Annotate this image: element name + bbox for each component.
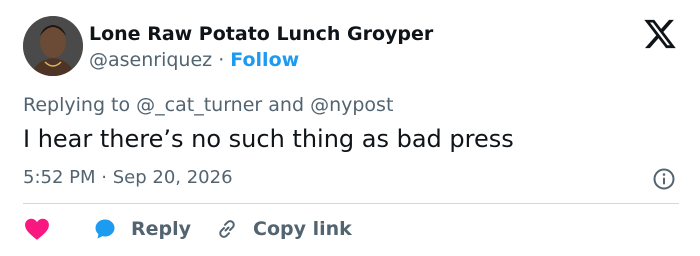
- author-handle[interactable]: @asenriquez: [89, 49, 212, 71]
- tweet-text: I hear there’s no such thing as bad pres…: [23, 125, 514, 153]
- like-button[interactable]: [24, 213, 50, 245]
- copy-link-label: Copy link: [253, 218, 352, 240]
- author-name[interactable]: Lone Raw Potato Lunch Groyper: [89, 21, 433, 47]
- link-icon: [215, 217, 239, 241]
- speech-bubble-icon: [93, 217, 117, 241]
- replying-to-line: Replying to @_cat_turner and @nypost: [23, 91, 393, 119]
- reply-mention-2[interactable]: @nypost: [310, 94, 393, 116]
- timestamp-separator: ·: [101, 167, 107, 188]
- reply-button[interactable]: Reply: [93, 213, 191, 245]
- avatar[interactable]: [23, 16, 83, 76]
- divider: [23, 203, 679, 204]
- timestamp[interactable]: 5:52 PM · Sep 20, 2026: [23, 164, 233, 192]
- avatar-image: [23, 16, 83, 76]
- replying-and: and: [268, 94, 305, 116]
- heart-icon: [24, 217, 50, 241]
- reply-mention-1[interactable]: @_cat_turner: [136, 94, 262, 116]
- replying-prefix: Replying to: [23, 94, 131, 116]
- tweet-time: 5:52 PM: [23, 167, 96, 188]
- reply-label: Reply: [131, 218, 192, 240]
- author-handle-row: @asenriquez · Follow: [89, 47, 299, 73]
- separator-dot: ·: [218, 49, 225, 71]
- follow-button[interactable]: Follow: [230, 49, 299, 71]
- info-icon[interactable]: [652, 167, 676, 191]
- x-logo-icon[interactable]: [642, 18, 678, 50]
- copy-link-button[interactable]: Copy link: [215, 213, 352, 245]
- tweet-date: Sep 20, 2026: [112, 167, 233, 188]
